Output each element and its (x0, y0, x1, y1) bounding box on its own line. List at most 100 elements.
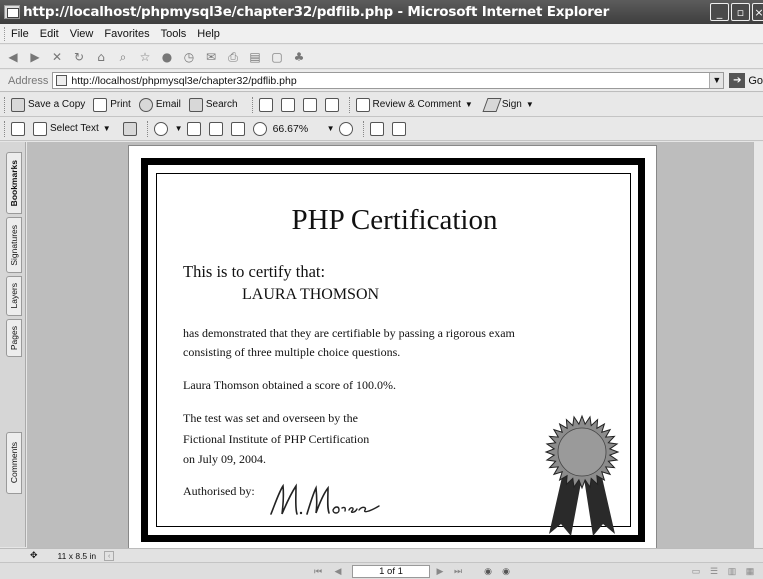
tab-pages[interactable]: Pages (6, 319, 22, 357)
rotate-view-icon[interactable] (369, 121, 384, 136)
page-number-field[interactable]: 1 of 1 (352, 565, 430, 578)
forward-icon[interactable]: ▶ (28, 50, 42, 64)
window-title: http://localhost/phpmysql3e/chapter32/pd… (23, 4, 610, 20)
actual-size-icon[interactable] (186, 121, 201, 136)
address-url: http://localhost/phpmysql3e/chapter32/pd… (71, 74, 297, 87)
toolbar-grip (4, 120, 5, 137)
close-button[interactable]: × (752, 3, 763, 21)
snapshot-icon[interactable] (122, 121, 137, 136)
ie-window-icon (4, 5, 20, 19)
messenger-icon[interactable]: ♣ (292, 50, 306, 64)
previous-page-icon[interactable]: ◀ (332, 566, 344, 576)
stop-icon[interactable]: ✕ (50, 50, 64, 64)
go-arrow-icon[interactable]: ➔ (729, 73, 746, 88)
fit-page-icon[interactable] (208, 121, 223, 136)
print-icon[interactable]: ⎙ (226, 50, 240, 64)
address-bar: Address http://localhost/phpmysql3e/chap… (0, 70, 763, 92)
menu-view[interactable]: View (70, 28, 94, 40)
home-icon[interactable]: ⌂ (94, 50, 108, 64)
tab-pages-label: Pages (9, 325, 19, 351)
review-comment-button[interactable]: Review & Comment ▼ (355, 97, 477, 112)
save-copy-label: Save a Copy (28, 99, 86, 110)
back-icon[interactable]: ◀ (6, 50, 20, 64)
acrobat-toolbar-view: Select Text ▼ ▼ 66.67% ▼ (0, 117, 763, 141)
menu-tools[interactable]: Tools (161, 28, 187, 40)
page-size-icon: ✥ (30, 550, 38, 560)
menu-help[interactable]: Help (197, 28, 220, 40)
menu-file[interactable]: File (11, 28, 29, 40)
zoom-tool-icon[interactable] (153, 121, 168, 136)
search-icon[interactable]: ⌕ (116, 50, 130, 64)
stamp-icon[interactable] (258, 97, 273, 112)
history-icon[interactable]: ◷ (182, 50, 196, 64)
discuss-icon[interactable]: ▢ (270, 50, 284, 64)
rotate-icon[interactable] (391, 121, 406, 136)
title-bar: http://localhost/phpmysql3e/chapter32/pd… (0, 0, 763, 24)
printer-icon (93, 97, 108, 112)
tab-layers[interactable]: Layers (6, 276, 22, 316)
save-copy-button[interactable]: Save a Copy (11, 97, 86, 112)
print-button[interactable]: Print (93, 97, 131, 112)
menu-favorites[interactable]: Favorites (104, 28, 149, 40)
certificate-line-1: has demonstrated that they are certifiab… (183, 326, 515, 340)
sign-button[interactable]: Sign ▼ (482, 97, 538, 112)
edit-icon[interactable]: ▤ (248, 50, 262, 64)
certificate-title: PHP Certification (291, 204, 498, 236)
next-page-icon[interactable]: ▶ (434, 566, 446, 576)
address-dropdown-icon[interactable]: ▼ (709, 73, 724, 88)
favorites-icon[interactable]: ☆ (138, 50, 152, 64)
page-navigation-bar: ⏮ ◀ 1 of 1 ▶ ⏭ ◉ ◉ ▭ ☰ ▥ ▦ (0, 562, 763, 579)
minimize-button[interactable]: _ (710, 3, 729, 21)
tab-signatures-label: Signatures (9, 224, 19, 266)
text-cursor-icon (33, 121, 47, 136)
address-input[interactable]: http://localhost/phpmysql3e/chapter32/pd… (52, 72, 725, 89)
vertical-scrollbar[interactable] (753, 142, 763, 548)
certificate-border: PHP Certification This is to certify tha… (141, 158, 645, 542)
tab-bookmarks-label: Bookmarks (9, 159, 19, 207)
tab-comments[interactable]: Comments (6, 432, 22, 494)
email-button[interactable]: Email (138, 97, 181, 112)
chevron-down-icon[interactable]: ▼ (327, 124, 335, 133)
go-button[interactable]: Go (748, 75, 763, 87)
zoom-out-icon[interactable] (252, 121, 267, 136)
refresh-icon[interactable]: ↻ (72, 50, 86, 64)
search-button[interactable]: Search (188, 97, 238, 112)
certificate-test-3: on July 09, 2004. (183, 452, 267, 466)
continuous-facing-icon[interactable]: ▦ (744, 566, 756, 576)
single-page-icon[interactable]: ▭ (690, 566, 702, 576)
hand-tool-icon[interactable] (11, 121, 25, 136)
first-page-icon[interactable]: ⏮ (312, 566, 324, 576)
print-label: Print (110, 99, 131, 110)
continuous-icon[interactable]: ☰ (708, 566, 720, 576)
select-text-button[interactable]: Select Text ▼ (33, 121, 115, 136)
address-label: Address (8, 74, 49, 87)
facing-icon[interactable]: ▥ (726, 566, 738, 576)
menu-edit[interactable]: Edit (40, 28, 59, 40)
undo-icon[interactable] (280, 97, 295, 112)
redo-icon[interactable] (302, 97, 317, 112)
maximize-button[interactable]: ▫ (731, 3, 750, 21)
menu-grip (4, 26, 7, 41)
chevron-down-icon: ▼ (525, 100, 534, 109)
app-window: http://localhost/phpmysql3e/chapter32/pd… (0, 0, 763, 579)
mail-icon[interactable]: ✉ (204, 50, 218, 64)
go-forward-icon[interactable]: ◉ (500, 566, 512, 576)
binoculars-icon (188, 97, 203, 112)
tab-bookmarks[interactable]: Bookmarks (6, 152, 22, 214)
chevron-down-icon: ▼ (464, 100, 473, 109)
zoom-in-icon[interactable] (338, 121, 353, 136)
menu-bar: File Edit View Favorites Tools Help (0, 24, 763, 44)
go-back-icon[interactable]: ◉ (482, 566, 494, 576)
scroll-left-icon[interactable]: ‹ (104, 550, 115, 561)
tab-signatures[interactable]: Signatures (6, 217, 22, 273)
last-page-icon[interactable]: ⏭ (452, 566, 464, 576)
select-text-label: Select Text (50, 123, 99, 134)
document-view[interactable]: PHP Certification This is to certify tha… (27, 142, 753, 548)
zoom-level-field[interactable]: 66.67% (273, 123, 323, 135)
copy-icon[interactable] (324, 97, 339, 112)
chevron-down-icon[interactable]: ▼ (175, 124, 183, 133)
save-disk-icon (11, 97, 25, 112)
fit-width-icon[interactable] (230, 121, 245, 136)
media-icon[interactable]: ● (160, 50, 174, 64)
toolbar-grip (4, 96, 5, 113)
